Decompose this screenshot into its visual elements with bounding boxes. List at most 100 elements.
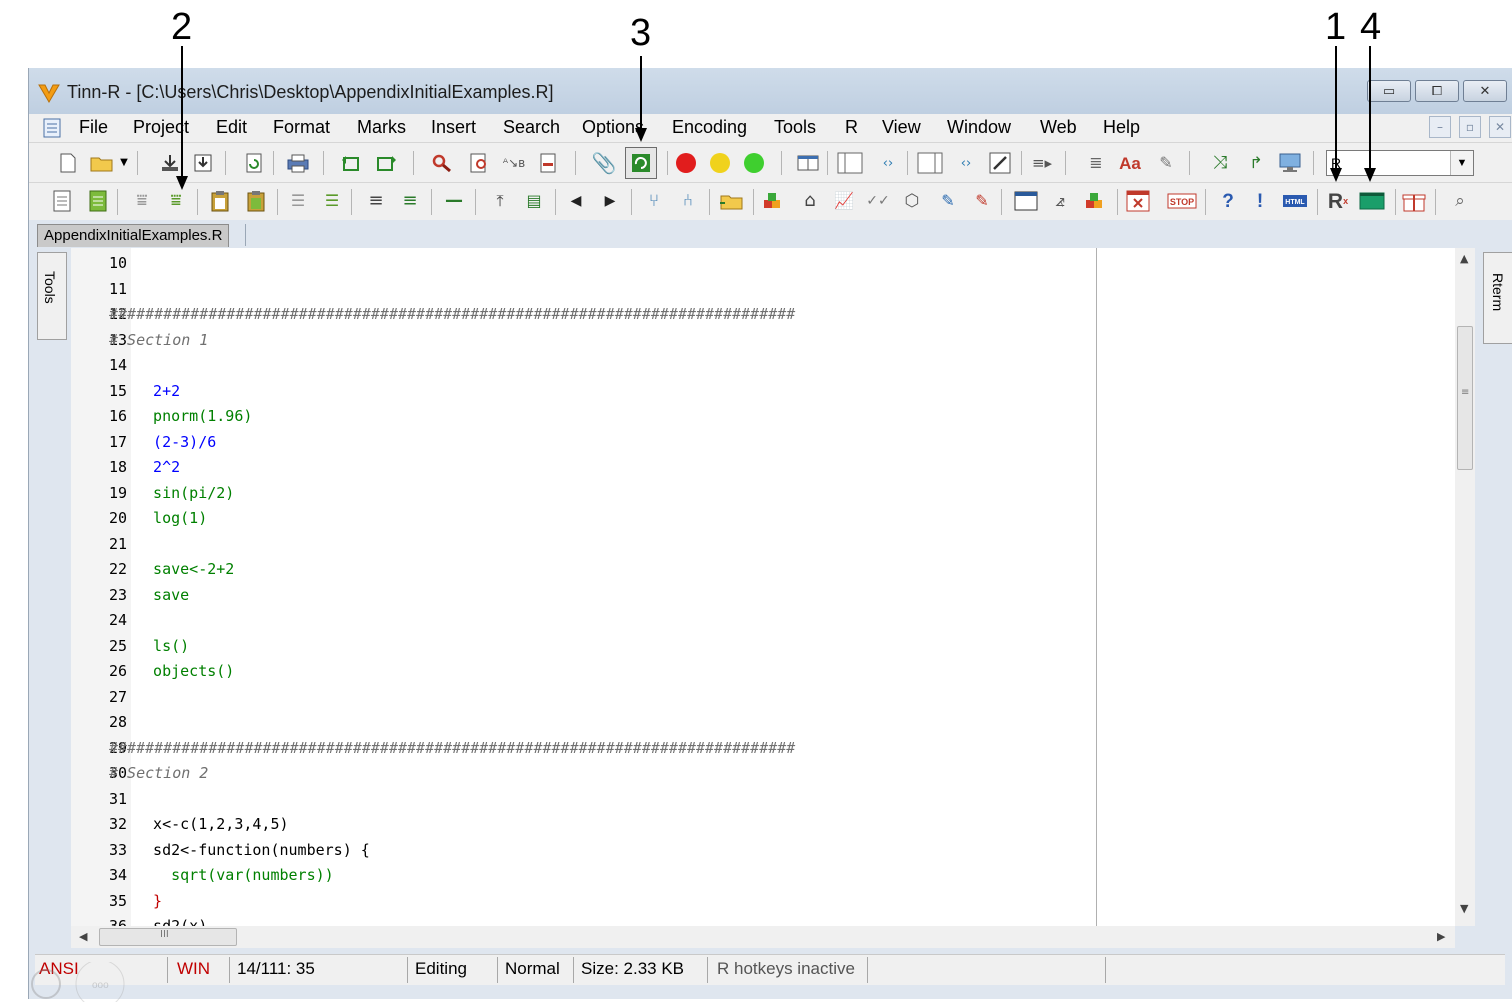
send-all-icon[interactable]: ▤: [521, 188, 547, 214]
branch-icon[interactable]: ↱: [1243, 150, 1269, 176]
html-icon[interactable]: HTML: [1281, 188, 1309, 214]
paste-green-icon[interactable]: [243, 188, 269, 214]
search-options-icon[interactable]: ⌕: [1447, 188, 1473, 214]
code-line[interactable]: 36 sd2(x): [71, 917, 1451, 926]
code-line[interactable]: 26 objects(): [71, 662, 1451, 688]
status-eol[interactable]: WIN: [177, 959, 210, 979]
go-to-line-icon[interactable]: [535, 150, 561, 176]
paste-icon[interactable]: [207, 188, 233, 214]
menu-file[interactable]: File: [79, 117, 108, 138]
cube-icon[interactable]: ⬡: [899, 188, 925, 214]
mdi-restore-button[interactable]: ▫: [1459, 116, 1481, 138]
scroll-left-icon[interactable]: ◀: [79, 930, 87, 943]
open-dropdown-icon[interactable]: ▼: [117, 150, 131, 176]
code-line[interactable]: 10: [71, 254, 1451, 280]
menu-window[interactable]: Window: [947, 117, 1011, 138]
code-editor[interactable]: 10 11 12 ##################################…: [71, 248, 1475, 926]
rterm-side-tab[interactable]: Rterm: [1483, 252, 1512, 344]
menu-view[interactable]: View: [882, 117, 921, 138]
code-line[interactable]: 22 save<-2+2: [71, 560, 1451, 586]
chevron-down-icon[interactable]: ▼: [1450, 151, 1473, 175]
help-icon[interactable]: ?: [1215, 188, 1241, 214]
code-line[interactable]: 15 2+2: [71, 382, 1451, 408]
code-line[interactable]: 33 sd2<-function(numbers) {: [71, 841, 1451, 867]
find-in-files-icon[interactable]: [467, 150, 493, 176]
packages-icon[interactable]: [761, 188, 787, 214]
code-line[interactable]: 11: [71, 280, 1451, 306]
horizontal-scrollbar[interactable]: ◀ III ▶: [71, 926, 1455, 948]
menu-project[interactable]: Project: [133, 117, 189, 138]
stop-icon[interactable]: STOP: [1167, 188, 1197, 214]
tool-config-icon[interactable]: [987, 150, 1013, 176]
library-icon[interactable]: ⌂: [797, 188, 823, 214]
close-r-window-icon[interactable]: [1125, 188, 1151, 214]
code-line[interactable]: 30 # Section 2: [71, 764, 1451, 790]
new-file-icon[interactable]: [55, 150, 81, 176]
mdi-close-button[interactable]: ✕: [1489, 116, 1511, 138]
code-line[interactable]: 34 sqrt(var(numbers)): [71, 866, 1451, 892]
vertical-scrollbar[interactable]: ▲ ≡ ▼: [1455, 248, 1475, 926]
line-icon[interactable]: —: [441, 188, 467, 214]
code-line[interactable]: 13 # Section 1: [71, 331, 1451, 357]
code-line[interactable]: 14: [71, 356, 1451, 382]
open-folder-icon[interactable]: [89, 150, 115, 176]
menu-r[interactable]: R: [845, 117, 858, 138]
scroll-down-icon[interactable]: ▼: [1460, 902, 1468, 915]
right-panel-icon[interactable]: [917, 150, 943, 176]
code-line[interactable]: 12 ######################################…: [71, 305, 1451, 331]
monitor-icon[interactable]: [1277, 150, 1303, 176]
tools-side-tab[interactable]: Tools: [37, 252, 67, 340]
exclamation-icon[interactable]: !: [1247, 188, 1273, 214]
set-workdir-icon[interactable]: [719, 188, 745, 214]
packages-install-icon[interactable]: [1083, 188, 1109, 214]
undo-icon[interactable]: [339, 150, 365, 176]
pen-blue-icon[interactable]: ✎: [935, 188, 961, 214]
font-case-icon[interactable]: Aa: [1117, 150, 1143, 176]
code-line[interactable]: 27: [71, 688, 1451, 714]
menu-web[interactable]: Web: [1040, 117, 1077, 138]
plot-icon[interactable]: 📈: [831, 188, 857, 214]
new-r-file-green-icon[interactable]: [85, 188, 111, 214]
mdi-minimize-button[interactable]: –: [1429, 116, 1451, 138]
vertical-scroll-thumb[interactable]: ≡: [1457, 326, 1473, 470]
new-r-file-icon[interactable]: [49, 188, 75, 214]
print-icon[interactable]: [285, 150, 311, 176]
word-wrap-icon[interactable]: ≣: [1083, 150, 1109, 176]
code-line[interactable]: 16 pnorm(1.96): [71, 407, 1451, 433]
code-line[interactable]: 28: [71, 713, 1451, 739]
terminal-icon[interactable]: [1359, 188, 1385, 214]
redo-icon[interactable]: [373, 150, 399, 176]
save-icon[interactable]: [157, 150, 183, 176]
green-light-icon[interactable]: [741, 150, 767, 176]
tree-multi-icon[interactable]: ⑃: [675, 188, 701, 214]
code-line[interactable]: 24: [71, 611, 1451, 637]
find-icon[interactable]: [429, 150, 455, 176]
send-top-icon[interactable]: ⤒: [487, 188, 513, 214]
next-icon[interactable]: ▶: [597, 188, 623, 214]
close-button[interactable]: ✕: [1463, 80, 1507, 102]
r-console-icon[interactable]: Rx: [1325, 188, 1351, 214]
code-line[interactable]: 29 ######################################…: [71, 739, 1451, 765]
attach-icon[interactable]: 📎: [591, 150, 617, 176]
code-line[interactable]: 35 }: [71, 892, 1451, 918]
code-line[interactable]: 19 sin(pi/2): [71, 484, 1451, 510]
language-select[interactable]: R ▼: [1326, 150, 1474, 176]
toggle-left-icon[interactable]: ‹›: [875, 150, 901, 176]
menu-marks[interactable]: Marks: [357, 117, 406, 138]
split-view-icon[interactable]: [795, 150, 821, 176]
code-line[interactable]: 31: [71, 790, 1451, 816]
shuffle-icon[interactable]: ⤨: [1207, 150, 1233, 176]
send-lines-green-icon[interactable]: ⩸: [163, 188, 189, 214]
yellow-light-icon[interactable]: [707, 150, 733, 176]
save-all-icon[interactable]: [191, 150, 217, 176]
highlight-pen-icon[interactable]: ✎: [1153, 150, 1179, 176]
scroll-up-icon[interactable]: ▲: [1460, 252, 1468, 265]
left-panel-icon[interactable]: [837, 150, 863, 176]
menu-help[interactable]: Help: [1103, 117, 1140, 138]
toggle-right-icon[interactable]: ‹›: [953, 150, 979, 176]
refresh-highlight-icon[interactable]: [625, 147, 657, 179]
block-icon[interactable]: ≡: [363, 188, 389, 214]
indent-icon[interactable]: ☰: [285, 188, 311, 214]
pen-red-icon[interactable]: ✎: [969, 188, 995, 214]
code-line[interactable]: 25 ls(): [71, 637, 1451, 663]
